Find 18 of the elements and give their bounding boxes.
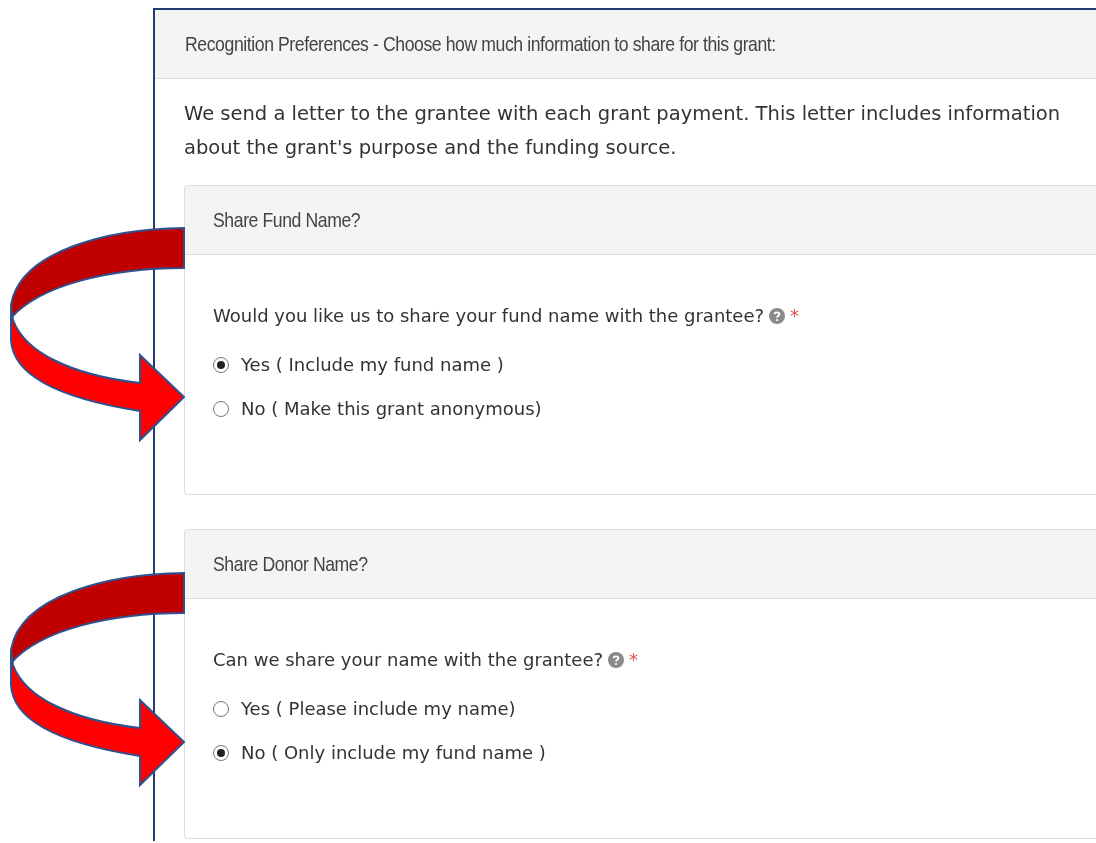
panel-title: Recognition Preferences - Choose how much information to share for this grant: [185,32,776,56]
radio-button[interactable] [213,400,229,417]
question-text: Would you like us to share your fund name with the grantee? [213,305,765,326]
option-label[interactable]: Yes ( Include my fund name ) [241,354,504,375]
section-title: Share Fund Name? [213,208,361,232]
description-text: We send a letter to the grantee with each grant payment. This letter includes information about the grant's purpose and the funding source. [184,101,1062,161]
section-title: Share Donor Name? [213,552,368,576]
radio-button[interactable] [213,700,229,717]
help-icon[interactable] [608,651,625,668]
required-mark: * [629,649,639,670]
help-icon[interactable] [769,307,786,324]
radio-button[interactable] [213,744,229,761]
option-label[interactable]: Yes ( Please include my name) [241,698,516,719]
option-label[interactable]: No ( Only include my fund name ) [241,742,546,763]
radio-button[interactable] [213,356,229,373]
question-text: Can we share your name with the grantee? [213,649,604,670]
required-mark: * [790,305,800,326]
option-label[interactable]: No ( Make this grant anonymous) [241,398,542,419]
